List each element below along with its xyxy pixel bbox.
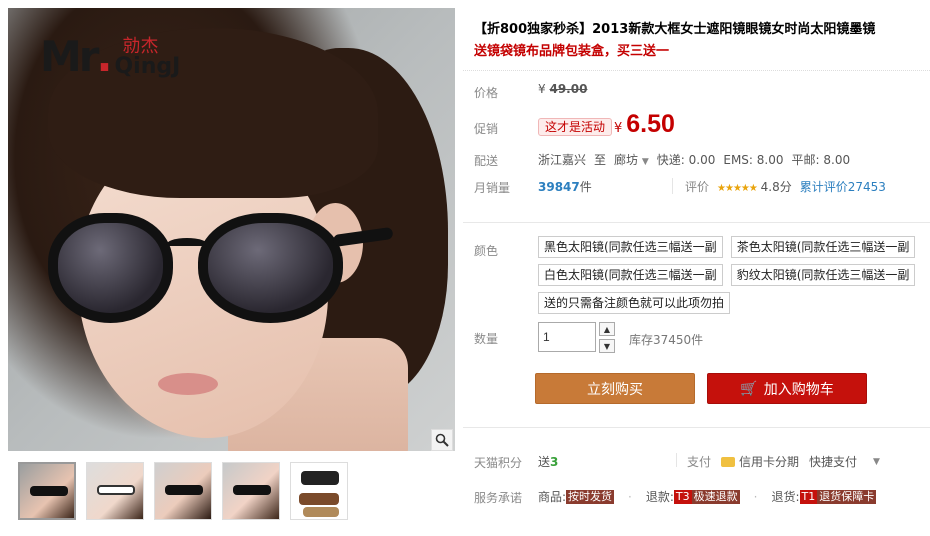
original-price-currency: ¥ [538,82,546,96]
service-label: 服务承诺 [474,491,523,505]
shipping-ems: EMS: 8.00 [723,152,784,167]
quantity-label: 数量 [474,332,499,346]
promo-price: ¥ 6.50 [614,110,675,139]
service-item-prefix: 商品: [538,490,567,504]
color-option[interactable]: 送的只需备注颜色就可以此项勿拍 [538,292,731,314]
payment-info: 支付 信用卡分期 快捷支付 ▼ [687,453,880,470]
points-info: 送3 [538,453,558,470]
shipping-from: 浙江嘉兴 [538,153,587,167]
credit-card-icon [721,456,736,467]
shipping-destination: 廊坊 [614,153,639,167]
thumbnail-strip [18,462,348,520]
main-product-photo[interactable]: Mr . 勍杰 QingJ [8,8,455,451]
color-option[interactable]: 茶色太阳镜(同款任选三幅送一副 [730,236,916,258]
photo-lens-right [198,213,343,323]
rating-summary: 评价 ★★★★★ 4.8分 累计评价27453 [685,178,886,195]
color-option[interactable]: 黑色太阳镜(同款任选三幅送一副 [538,236,723,258]
rating-stars: ★★★★★ [717,183,758,194]
sales-divider [672,178,673,194]
add-to-cart-button[interactable]: 🛒 加入购物车 [707,373,867,404]
zoom-icon[interactable] [431,429,453,451]
photo-lens-left [48,213,173,323]
color-option[interactable]: 豹纹太阳镜(同款任选三幅送一副 [730,264,916,286]
brand-logo-stack: 勍杰 QingJ [114,38,180,78]
service-item-badge: 按时发货 [566,489,615,504]
product-title: 【折800独家秒杀】2013新款大框女士遮阳镜眼镜女时尚太阳镜墨镜 [474,22,876,37]
service-item-prefix: 退款: [645,490,674,504]
credit-installment-label: 信用卡分期 [739,455,800,469]
credit-installment[interactable]: 信用卡分期 [721,453,799,470]
thumbnail-3[interactable] [154,462,212,520]
promo-price-currency: ¥ [614,121,623,136]
promo-tag: 这才是活动 [538,118,613,136]
shipping-info: 浙江嘉兴 至 廊坊 ▼ 快递: 0.00 EMS: 8.00 平邮: 8.00 [538,151,850,168]
stock-count: 库存37450件 [629,333,704,347]
add-to-cart-label: 加入购物车 [763,381,834,398]
service-panel [463,427,930,536]
points-label: 天猫积分 [474,456,523,470]
thumbnail-1[interactable] [18,462,76,520]
service-item-prefix: 退货: [771,490,800,504]
service-item-goods[interactable]: 商品: 按时发货 [538,488,615,505]
monthly-sales-count: 39847 [538,180,580,194]
sales-label: 月销量 [474,181,511,195]
monthly-sales: 39847件 [538,178,592,195]
points-text: 送 [538,455,551,469]
brand-logo-mr: Mr [40,32,99,81]
photo-lips [158,373,218,395]
rating-label: 评价 [685,180,710,194]
photo-sunglasses [48,193,394,333]
shipping-destination-select[interactable]: 廊坊 ▼ [614,151,649,168]
rating-group[interactable]: ★★★★★ 4.8分 [717,178,792,195]
original-price-value: 49.00 [549,82,588,96]
quantity-decrease-button[interactable]: ▼ [599,339,615,353]
color-label: 颜色 [474,244,499,258]
service-separator: · [628,489,632,504]
points-value: 3 [550,455,559,469]
shipping-to-word: 至 [594,153,607,167]
service-item-return[interactable]: 退货: T1 退货保障卡 [771,488,877,505]
monthly-sales-unit: 件 [579,180,592,194]
service-item-code: T1 [799,489,818,504]
shipping-mail: 平邮: 8.00 [791,153,851,167]
quick-pay-link[interactable]: 快捷支付 [809,453,857,470]
cart-icon: 🛒 [740,380,758,397]
service-item-badge: 极速退款 [691,489,740,504]
chevron-down-icon: ▼ [641,157,649,167]
section-divider [463,222,930,223]
payment-label: 支付 [687,455,712,469]
brand-logo-dot: . [96,32,113,81]
buy-now-button[interactable]: 立刻购买 [535,373,695,404]
service-item-refund[interactable]: 退款: T3 极速退款 [646,488,740,505]
brand-logo: Mr . 勍杰 QingJ [40,36,180,78]
shipping-label: 配送 [474,154,499,168]
color-options: 黑色太阳镜(同款任选三幅送一副 茶色太阳镜(同款任选三幅送一副 白色太阳镜(同款… [538,236,918,314]
buy-now-label: 立刻购买 [587,381,643,398]
brand-logo-en: QingJ [114,54,181,79]
original-price: ¥ 49.00 [538,82,587,96]
service-separator: · [753,489,758,504]
promo-price-value: 6.50 [626,110,675,138]
rating-score: 4.8分 [760,180,792,194]
color-option[interactable]: 白色太阳镜(同款任选三幅送一副 [538,264,723,286]
thumbnail-5[interactable] [290,462,348,520]
quantity-input[interactable]: 1 [538,322,596,352]
promo-label: 促销 [474,122,499,136]
price-label: 价格 [474,86,499,100]
service-promises: 商品: 按时发货 · 退款: T3 极速退款 · 退货: T1 退货保障卡 [538,488,877,505]
thumbnail-2[interactable] [86,462,144,520]
product-subtitle: 送镜袋镜布品牌包装盒，买三送一 [474,44,670,59]
chevron-down-icon[interactable]: ▼ [873,457,880,467]
service-item-badge: 退货保障卡 [817,489,877,504]
service-item-code: T3 [673,489,692,504]
payment-divider [676,453,677,467]
quantity-increase-button[interactable]: ▲ [599,322,615,336]
thumbnail-4[interactable] [222,462,280,520]
shipping-express: 快递: 0.00 [656,153,716,167]
review-count-link[interactable]: 累计评价27453 [800,178,886,195]
